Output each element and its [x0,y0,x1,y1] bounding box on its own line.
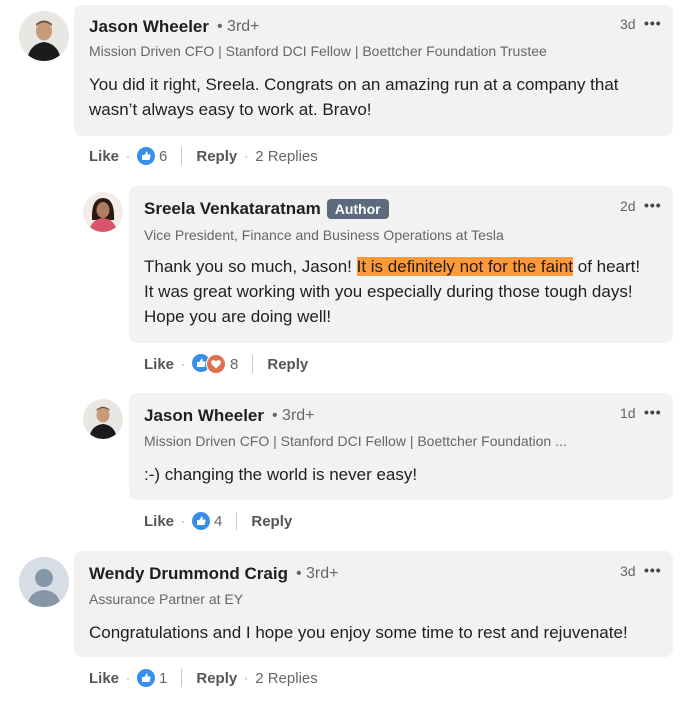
comment-header: Jason Wheeler • 3rd+ [144,406,315,426]
like-reaction-icon[interactable] [192,512,211,530]
like-button[interactable]: Like [144,513,174,530]
commenter-name[interactable]: Jason Wheeler [144,406,264,426]
divider [252,355,254,373]
separator-dot: · [244,149,249,163]
reaction-count[interactable]: 8 [230,356,238,373]
reaction-icons[interactable] [192,354,227,374]
comment-text: Congratulations and I hope you enjoy som… [89,623,628,642]
commenter-name[interactable]: Wendy Drummond Craig [89,564,288,584]
like-button[interactable]: Like [144,356,174,373]
comment-actions: Like · 1 Reply · 2 Replies [89,669,318,687]
divider [181,147,183,165]
separator-dot: · [126,671,131,685]
comment-header: Sreela Venkataratnam Author [144,199,389,219]
more-options-icon[interactable]: ••• [644,15,662,31]
comment-text: You did it right, Sreela. Congrats on an… [89,75,619,119]
like-button[interactable]: Like [89,148,119,165]
avatar-jason-wheeler[interactable] [83,399,123,439]
separator-dot: · [181,514,186,528]
avatar-sreela-venkataratnam[interactable] [83,192,123,232]
separator-dot: · [126,149,131,163]
avatar-jason-wheeler[interactable] [19,11,69,61]
commenter-headline: Mission Driven CFO | Stanford DCI Fellow… [89,43,547,59]
like-button[interactable]: Like [89,670,119,687]
comment-actions: Like · 8 Reply [144,354,308,374]
more-options-icon[interactable]: ••• [644,404,662,420]
reply-button[interactable]: Reply [196,148,237,165]
reply-button[interactable]: Reply [267,356,308,373]
author-badge: Author [326,199,389,219]
comment-text: Thank you so much, Jason! It is definite… [144,254,654,329]
commenter-headline: Assurance Partner at EY [89,591,244,607]
reaction-count[interactable]: 4 [214,513,222,530]
avatar-image [19,11,69,61]
commenter-name[interactable]: Sreela Venkataratnam [144,199,321,219]
comment-time: 3d [620,16,636,32]
more-options-icon[interactable]: ••• [644,197,662,213]
highlighted-text: It is definitely not for the faint [356,257,574,276]
reply-button[interactable]: Reply [196,670,237,687]
comment-time: 3d [620,563,636,579]
more-options-icon[interactable]: ••• [644,562,662,578]
reaction-count[interactable]: 6 [159,148,167,165]
commenter-name[interactable]: Jason Wheeler [89,17,209,37]
commenter-headline: Vice President, Finance and Business Ope… [144,227,504,243]
commenter-headline: Mission Driven CFO | Stanford DCI Fellow… [144,433,567,449]
separator-dot: · [181,357,186,371]
comment-actions: Like · 4 Reply [144,512,292,530]
replies-link[interactable]: 2 Replies [255,148,318,165]
comment-actions: Like · 6 Reply · 2 Replies [89,147,318,165]
connection-degree: • 3rd+ [272,407,315,424]
avatar-image [83,192,123,232]
comment-header: Wendy Drummond Craig • 3rd+ [89,564,339,584]
default-avatar-icon [19,557,69,607]
comment-text-start: Thank you so much, Jason! [144,257,357,276]
connection-degree: • 3rd+ [217,18,260,35]
comment-time: 1d [620,405,636,421]
comment-header: Jason Wheeler • 3rd+ [89,17,260,37]
connection-degree: • 3rd+ [295,565,339,582]
replies-link[interactable]: 2 Replies [255,670,318,687]
avatar-wendy-drummond-craig[interactable] [19,557,69,607]
comment-text: :-) changing the world is never easy! [144,465,418,484]
divider [236,512,238,530]
separator-dot: · [244,671,249,685]
avatar-image [83,399,123,439]
like-reaction-icon[interactable] [137,669,156,687]
reaction-count[interactable]: 1 [159,670,167,687]
like-reaction-icon[interactable] [137,147,156,165]
comment-time: 2d [620,198,636,214]
reply-button[interactable]: Reply [251,513,292,530]
love-reaction-icon [206,354,227,374]
divider [181,669,183,687]
